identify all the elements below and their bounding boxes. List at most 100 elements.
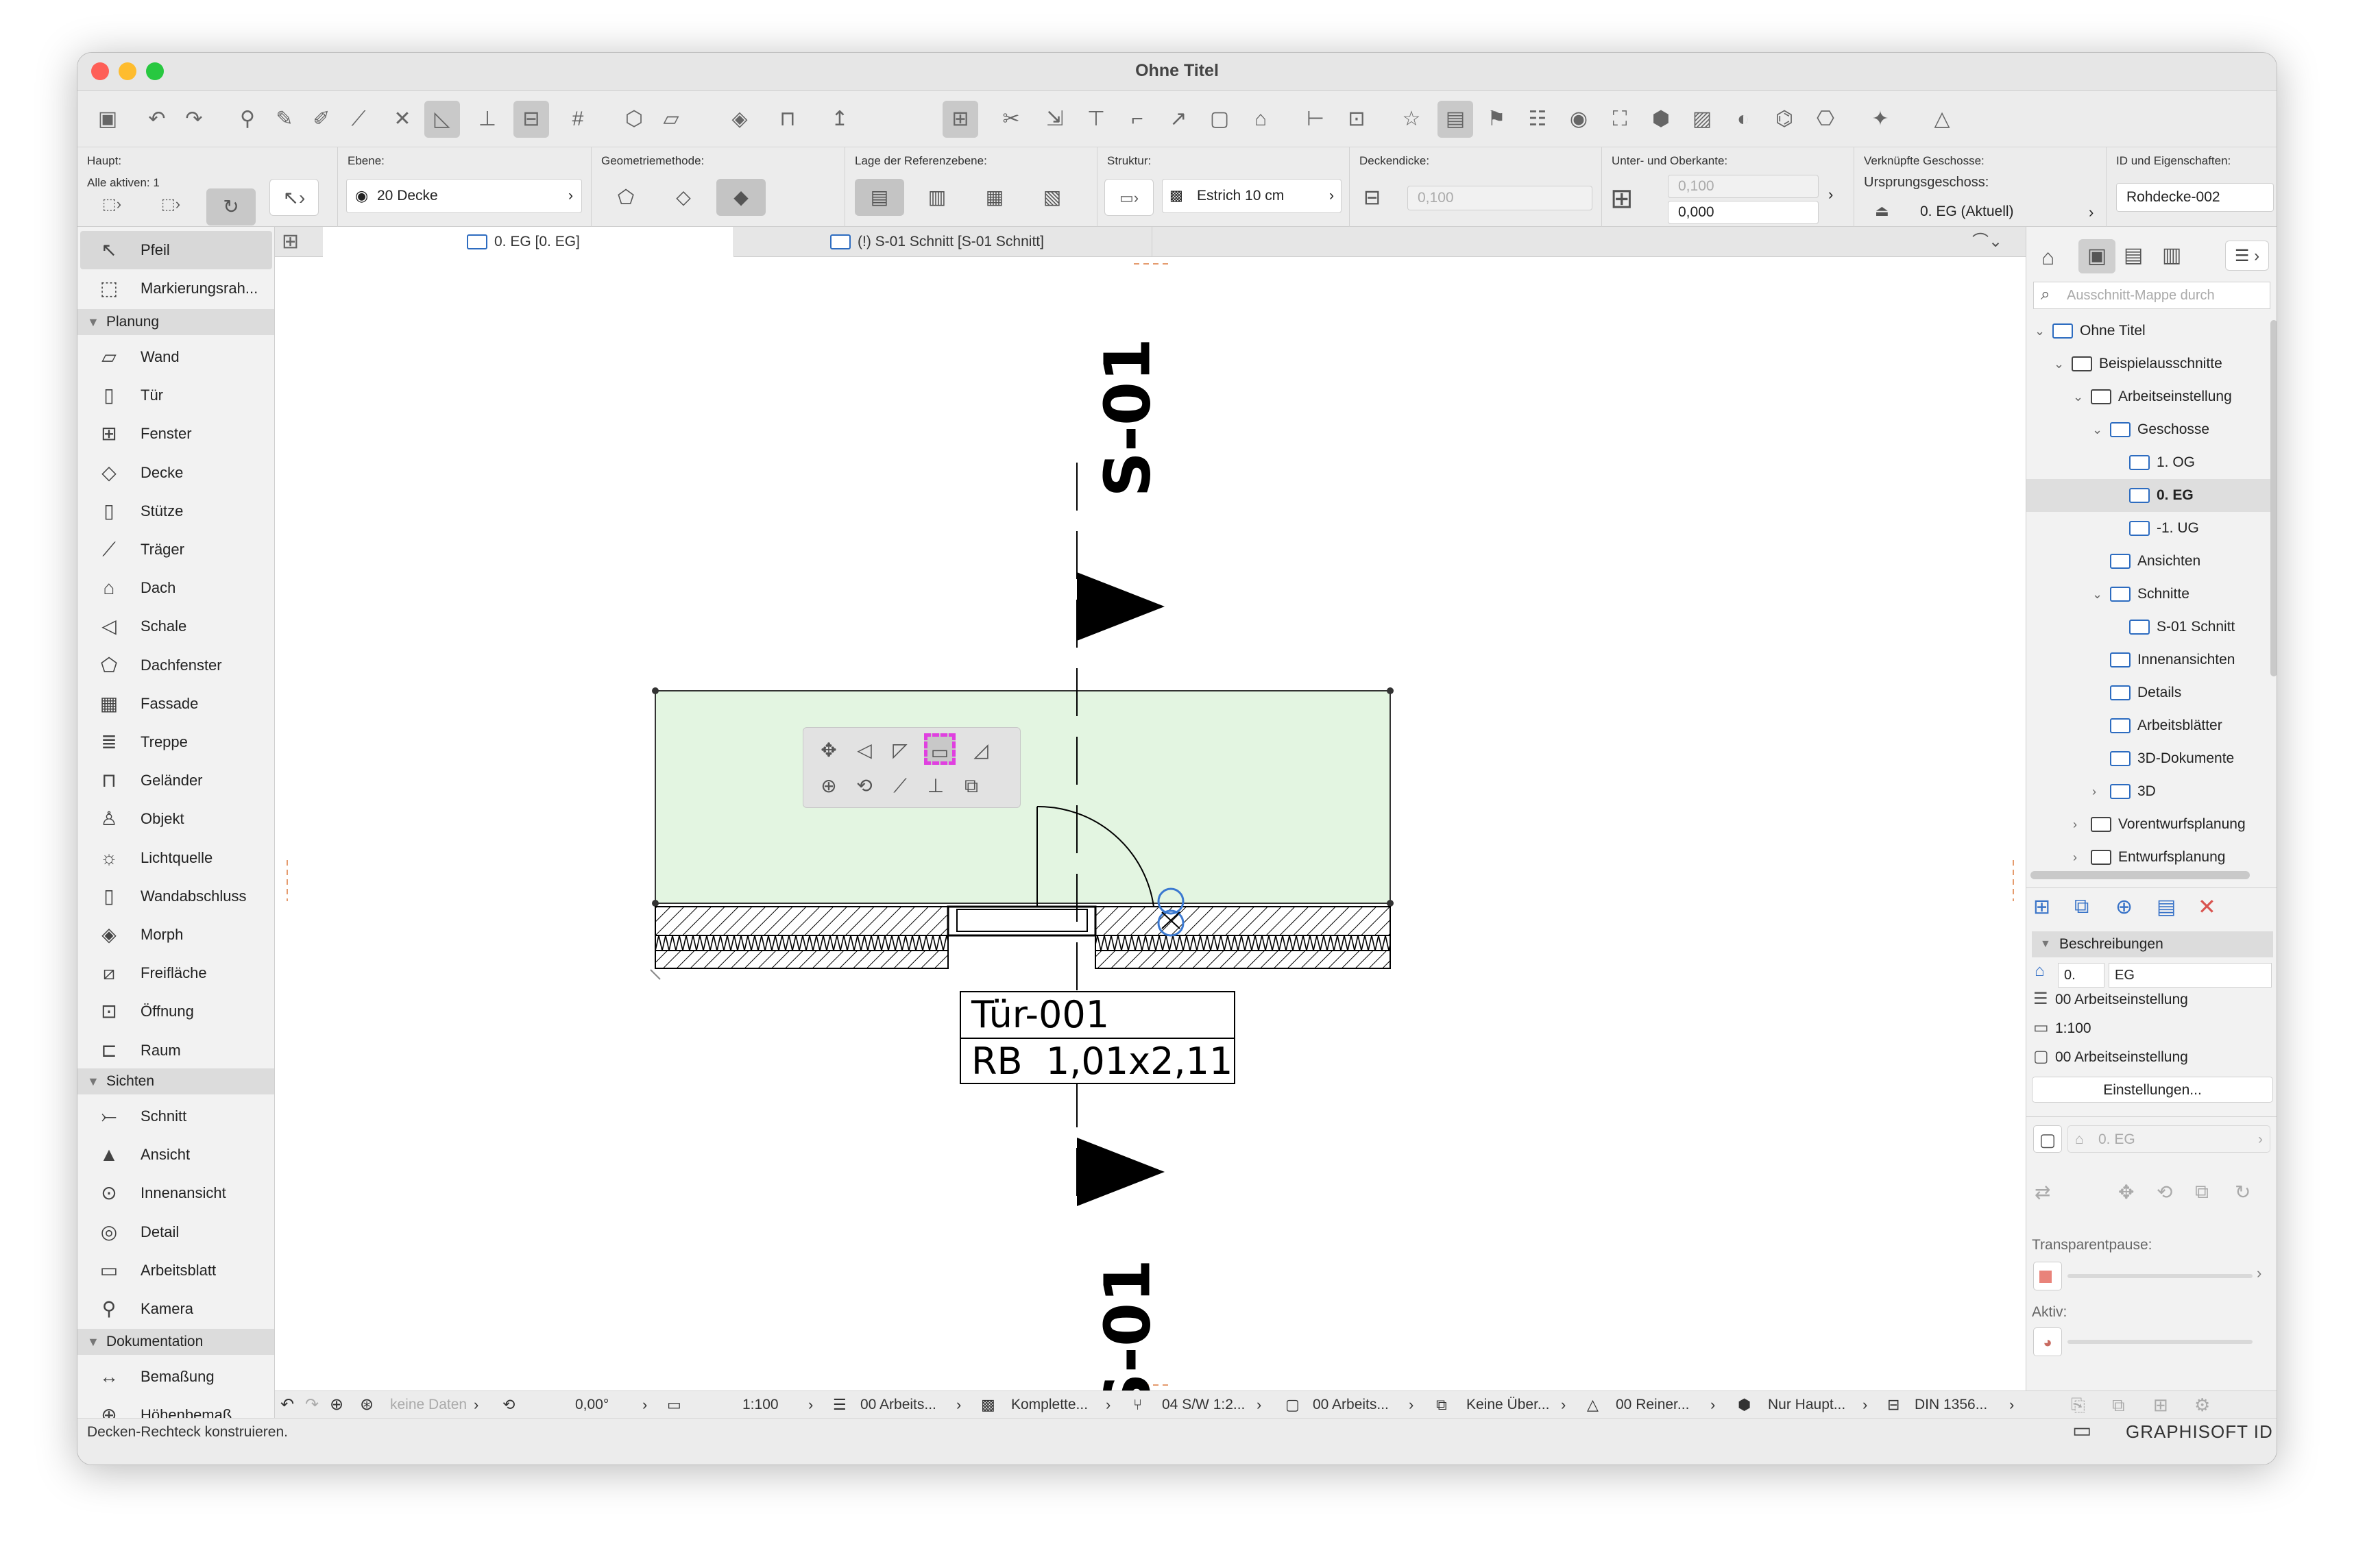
tool-schale[interactable]: ◁ Schale <box>80 607 272 646</box>
snap-points-icon[interactable]: ⊟ <box>513 101 549 138</box>
undo-icon[interactable]: ↶ <box>139 101 175 138</box>
rotate-icon[interactable]: ↻ <box>206 188 256 225</box>
nav-item-beispielausschnitte[interactable]: ⌄ Beispielausschnitte <box>2026 347 2273 380</box>
nav-item-arbeitsblaetter[interactable]: Arbeitsblätter <box>2026 709 2273 742</box>
tool-dach[interactable]: ⌂ Dach <box>80 569 272 607</box>
zoom-in-icon[interactable]: ⊕ <box>330 1391 343 1419</box>
drag-icon[interactable]: ✥ <box>813 735 845 766</box>
layout-book-icon[interactable]: ▤ <box>1437 101 1473 138</box>
view-number-field[interactable]: 0. <box>2058 963 2104 988</box>
chevron-right-icon[interactable]: › <box>2073 841 2077 867</box>
tag-icon[interactable]: ⎔ <box>1808 101 1843 138</box>
save-icon[interactable]: ▣ <box>90 101 125 138</box>
tool-gelaender[interactable]: ⊓ Geländer <box>80 761 272 800</box>
status-override[interactable]: Keine Über... <box>1466 1391 1549 1419</box>
corner-icon[interactable]: ⌐ <box>1119 101 1155 138</box>
inject-parameters-icon[interactable]: ✐ <box>304 101 339 138</box>
ref-bottom-icon[interactable]: ▧ <box>1028 179 1077 216</box>
3d-window-icon[interactable]: ⛶ <box>1602 101 1638 138</box>
tab-section[interactable]: (!) S-01 Schnitt [S-01 Schnitt] <box>741 227 1152 257</box>
tool-traeger[interactable]: ⟋ Träger <box>80 530 272 569</box>
publisher-icon[interactable]: ▥ <box>2162 243 2181 267</box>
nav-item-arbeitseinstellung[interactable]: ⌄ Arbeitseinstellung <box>2026 380 2273 413</box>
view-settings-icon[interactable]: ◈ <box>722 101 757 138</box>
status-renovation[interactable]: 00 Reiner... <box>1616 1391 1689 1419</box>
layers-icon[interactable]: ▱ <box>653 101 689 138</box>
snap-guides-icon[interactable]: ⊥ <box>470 101 505 138</box>
copy-tool-icon[interactable]: ⧉ <box>2112 1391 2125 1419</box>
top-elevation-field[interactable]: 0,100 <box>1668 175 1819 198</box>
redo-icon[interactable]: ↷ <box>176 101 212 138</box>
settings-tool-icon[interactable]: ⚙ <box>2194 1391 2210 1419</box>
properties-icon[interactable]: ▤ <box>2157 895 2176 919</box>
status-model[interactable]: 00 Arbeits... <box>1313 1391 1389 1419</box>
tool-wand[interactable]: ▱ Wand <box>80 338 272 376</box>
view-map-icon[interactable]: ▣ <box>2078 239 2115 273</box>
layer-tool-icon[interactable]: ⎘ <box>2071 1391 2085 1419</box>
door-marker[interactable]: Tür-001 RB 1,01x2,11 <box>960 991 1235 1084</box>
id-field[interactable]: Rohdecke-002 <box>2116 183 2274 212</box>
trace-color-swatch[interactable] <box>2033 1262 2062 1290</box>
slab-corner-node[interactable] <box>652 687 659 694</box>
group-dokumentation[interactable]: ▼ Dokumentation <box>77 1329 274 1355</box>
screen-icon[interactable]: ▭ <box>2072 1419 2091 1443</box>
drawing-canvas[interactable]: S-01 S-01 Tür-001 RB 1,01x2,11 ✥ ◁ ◸ ▭ ◿… <box>275 257 2026 1391</box>
geometry-single-icon[interactable]: ⬠ <box>601 179 651 216</box>
pick-parameters-icon[interactable]: ✎ <box>267 101 302 138</box>
mirror-icon[interactable]: ⟋ <box>884 770 916 802</box>
structure-type-icon[interactable]: ▭› <box>1104 179 1154 216</box>
scale-value[interactable]: 1:100 <box>2055 1020 2091 1037</box>
tool-kamera[interactable]: ⚲ Kamera <box>80 1290 272 1328</box>
tool-morph[interactable]: ◈ Morph <box>80 916 272 954</box>
adjust-icon[interactable]: ▢ <box>1202 101 1237 138</box>
model-view-value[interactable]: 00 Arbeitseinstellung <box>2055 1049 2188 1066</box>
chevron-right-icon[interactable]: › <box>2257 1264 2261 1282</box>
status-structure[interactable]: Komplette... <box>1011 1391 1088 1419</box>
layout-book-nav-icon[interactable]: ▤ <box>2124 243 2143 267</box>
trace-compare-icon[interactable]: ⧉ <box>2195 1181 2209 1203</box>
favorites-icon[interactable]: ☆ <box>1394 101 1429 138</box>
chevron-down-icon[interactable]: ⌄ <box>2073 380 2083 413</box>
nav-item-schnitte[interactable]: ⌄ Schnitte <box>2026 578 2273 611</box>
split-icon[interactable]: ⇲ <box>1037 101 1073 138</box>
rotate-copy-icon[interactable]: ⟲ <box>849 770 880 802</box>
polygon-icon[interactable]: ◸ <box>884 735 916 766</box>
tool-oeffnung[interactable]: ⊡ Öffnung <box>80 992 272 1031</box>
chevron-down-icon[interactable]: ⌄ <box>2054 347 2064 380</box>
view-name-field[interactable]: EG <box>2109 963 2272 988</box>
publish-icon[interactable]: ◉ <box>1561 101 1597 138</box>
tool-treppe[interactable]: ≣ Treppe <box>80 723 272 761</box>
tab-overview-icon[interactable]: ⊞ <box>282 227 299 257</box>
nav-item-ohne-titel[interactable]: ⌄ Ohne Titel <box>2026 315 2273 347</box>
lock-icon[interactable]: ⊓ <box>770 101 805 138</box>
chevron-right-icon[interactable]: › <box>1828 186 1833 204</box>
tool-freiflaeche[interactable]: ⧄ Freifläche <box>80 954 272 992</box>
group-planung[interactable]: ▼ Planung <box>77 309 274 335</box>
status-scale[interactable]: 1:100 <box>742 1391 779 1419</box>
roof-icon[interactable]: ⌂ <box>1243 101 1278 138</box>
delete-icon[interactable]: ✕ <box>2198 894 2216 920</box>
chevron-right-icon[interactable]: › <box>2073 808 2077 841</box>
clone-view-icon[interactable]: ⧉ <box>2074 895 2089 918</box>
group-sichten[interactable]: ▼ Sichten <box>77 1068 274 1094</box>
tool-tuer[interactable]: ▯ Tür <box>80 376 272 415</box>
chevron-right-icon[interactable]: › <box>2089 204 2094 221</box>
tool-lichtquelle[interactable]: ☼ Lichtquelle <box>80 839 272 877</box>
tool-raum[interactable]: ⊏ Raum <box>80 1031 272 1070</box>
slab-corner-node[interactable] <box>652 900 659 907</box>
distribute-icon[interactable]: ⊢ <box>1298 101 1333 138</box>
view-options-icon[interactable]: ⌒⌄ <box>1972 227 2002 257</box>
composite-select[interactable]: ▩ Estrich 10 cm › <box>1162 179 1342 213</box>
status-structure-display[interactable]: Nur Haupt... <box>1768 1391 1845 1419</box>
properties-header[interactable]: ▼ Beschreibungen <box>2032 931 2273 957</box>
zoom-fit-icon[interactable]: ⊛ <box>360 1391 374 1419</box>
tool-detail[interactable]: ◎ Detail <box>80 1213 272 1251</box>
nav-item-geschosse[interactable]: ⌄ Geschosse <box>2026 413 2273 446</box>
redo-zoom-icon[interactable]: ↷ <box>305 1391 319 1419</box>
nav-item-entwurfsplanung[interactable]: › Entwurfsplanung <box>2026 841 2273 867</box>
ref-core-top-icon[interactable]: ▥ <box>912 179 962 216</box>
picture-icon[interactable]: ▨ <box>1684 101 1720 138</box>
active-slider[interactable] <box>2067 1340 2253 1344</box>
wall-right[interactable] <box>1095 906 1391 969</box>
nav-item-1-og[interactable]: 1. OG <box>2026 446 2273 479</box>
